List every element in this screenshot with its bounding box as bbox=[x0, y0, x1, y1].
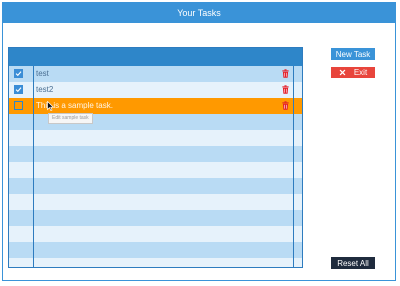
new-task-button[interactable]: New Task bbox=[331, 48, 375, 60]
task-done-checkbox[interactable] bbox=[14, 69, 23, 78]
empty-row bbox=[9, 130, 302, 146]
empty-row bbox=[9, 210, 302, 226]
task-list: test test2 bbox=[8, 47, 303, 268]
window-title: Your Tasks bbox=[177, 8, 221, 18]
exit-label: Exit bbox=[353, 68, 368, 77]
trash-icon[interactable] bbox=[282, 69, 289, 78]
column-divider bbox=[33, 66, 34, 267]
exit-button[interactable]: Exit bbox=[331, 67, 375, 78]
empty-row bbox=[9, 178, 302, 194]
empty-row bbox=[9, 242, 302, 258]
checkmark-icon bbox=[15, 87, 22, 93]
task-list-header bbox=[9, 48, 302, 66]
window-titlebar: Your Tasks bbox=[3, 3, 395, 23]
task-label: test bbox=[36, 69, 49, 78]
task-row[interactable]: test bbox=[9, 66, 302, 82]
trash-icon[interactable] bbox=[282, 101, 289, 110]
empty-row bbox=[9, 226, 302, 242]
empty-row bbox=[9, 258, 302, 267]
edit-tooltip: Edit sample task bbox=[48, 113, 93, 124]
reset-all-button[interactable]: Reset All bbox=[331, 257, 375, 269]
empty-row bbox=[9, 162, 302, 178]
close-icon bbox=[339, 69, 346, 76]
empty-row bbox=[9, 194, 302, 210]
new-task-input[interactable] bbox=[34, 99, 276, 112]
mouse-cursor-icon bbox=[47, 101, 54, 111]
task-rows: test test2 bbox=[9, 66, 302, 267]
task-done-checkbox[interactable] bbox=[14, 85, 23, 94]
task-label: test2 bbox=[36, 85, 54, 94]
task-row[interactable]: test2 bbox=[9, 82, 302, 98]
column-divider bbox=[293, 66, 294, 267]
checkmark-icon bbox=[15, 71, 22, 77]
empty-row bbox=[9, 146, 302, 162]
task-done-checkbox[interactable] bbox=[14, 101, 23, 110]
trash-icon[interactable] bbox=[282, 85, 289, 94]
